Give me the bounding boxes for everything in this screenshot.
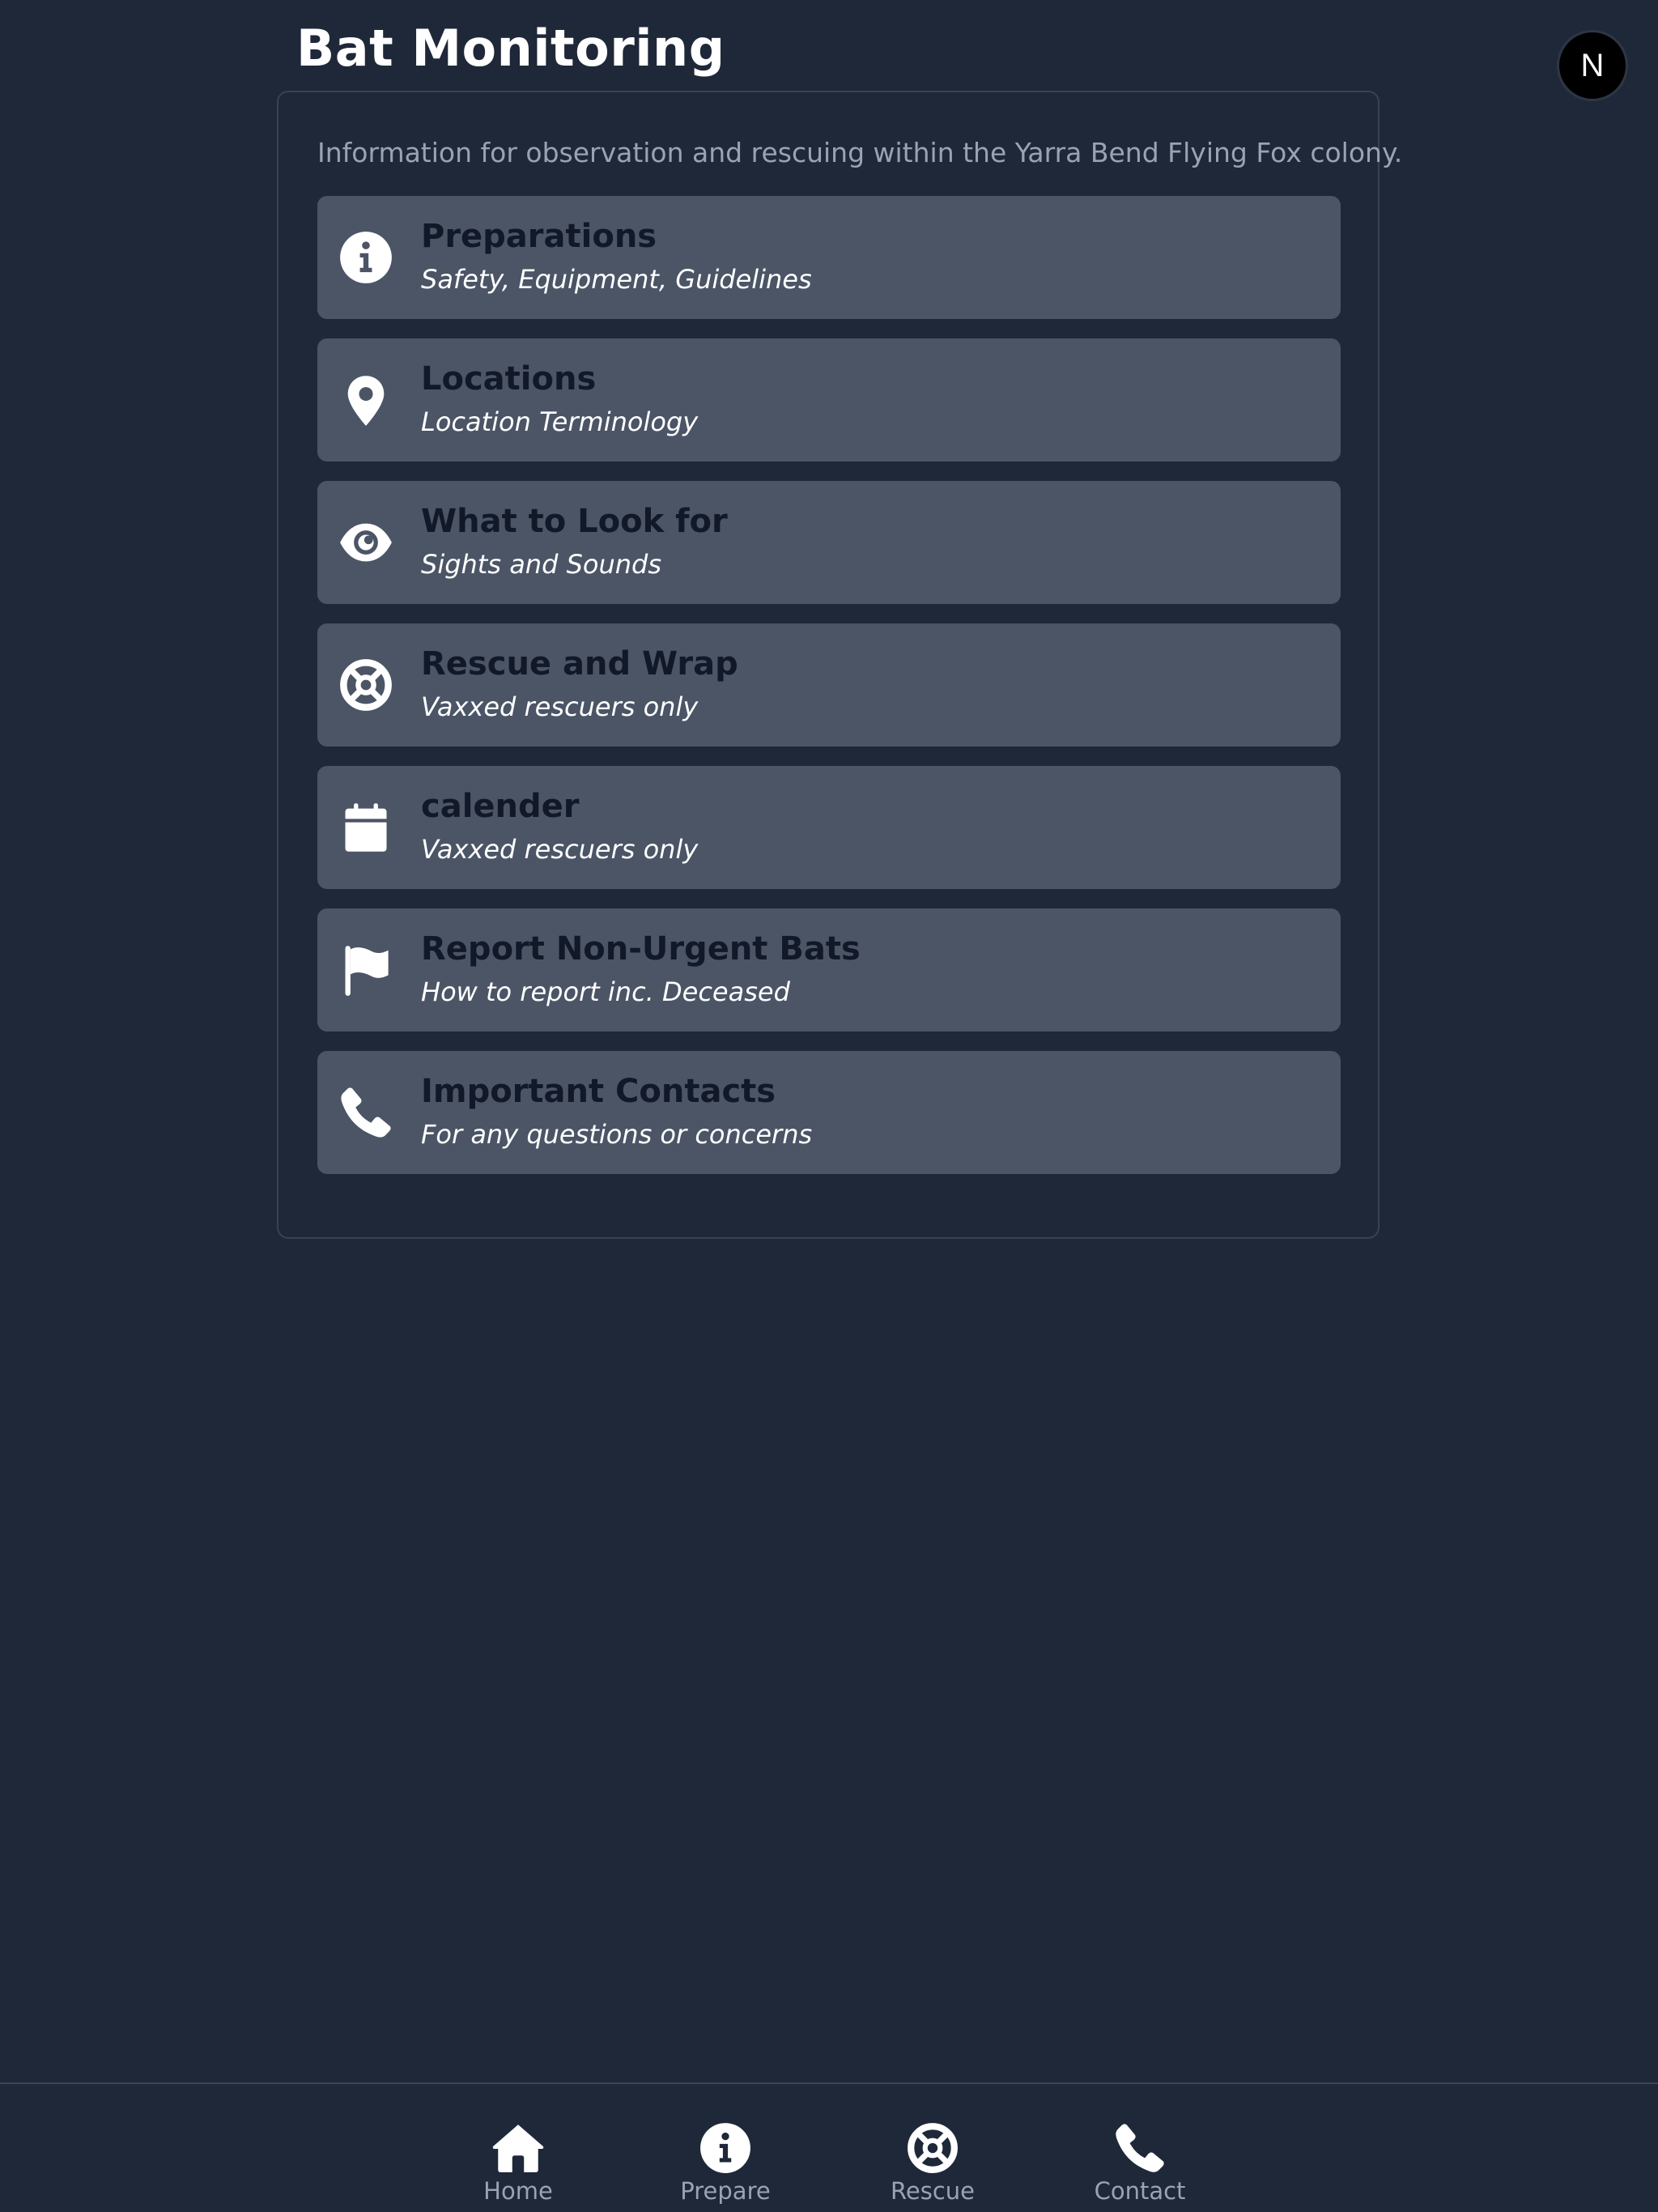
card-subtitle: Vaxxed rescuers only — [421, 834, 699, 865]
nav-rescue[interactable]: Rescue — [876, 2121, 989, 2209]
card-calender[interactable]: calender Vaxxed rescuers only — [317, 766, 1341, 889]
n-logo-letter: N — [1580, 47, 1605, 83]
card-subtitle: Safety, Equipment, Guidelines — [421, 264, 812, 295]
phone-icon — [1116, 2124, 1164, 2172]
n-logo-button[interactable]: N — [1559, 32, 1626, 99]
life-ring-icon — [908, 2123, 958, 2173]
card-title: Important Contacts — [421, 1073, 776, 1110]
location-pin-icon — [338, 372, 393, 428]
card-subtitle: How to report inc. Deceased — [421, 976, 790, 1007]
card-title: Rescue and Wrap — [421, 645, 738, 683]
nav-label-prepare: Prepare — [680, 2177, 771, 2205]
bottom-nav: Home Prepare Rescue Contact — [0, 2082, 1658, 2212]
nav-home[interactable]: Home — [461, 2121, 575, 2209]
nav-prepare[interactable]: Prepare — [669, 2121, 782, 2209]
card-what-to-look-for[interactable]: What to Look for Sights and Sounds — [317, 481, 1341, 604]
home-icon — [492, 2125, 544, 2172]
card-rescue-and-wrap[interactable]: Rescue and Wrap Vaxxed rescuers only — [317, 623, 1341, 747]
nav-label-rescue: Rescue — [891, 2177, 975, 2205]
card-preparations[interactable]: Preparations Safety, Equipment, Guidelin… — [317, 196, 1341, 319]
nav-contact[interactable]: Contact — [1083, 2121, 1197, 2209]
card-title: calender — [421, 788, 580, 825]
nav-label-contact: Contact — [1094, 2177, 1186, 2205]
card-report-non-urgent-bats[interactable]: Report Non-Urgent Bats How to report inc… — [317, 908, 1341, 1032]
info-circle-icon — [338, 230, 393, 285]
calendar-icon — [338, 800, 393, 855]
eye-icon — [338, 515, 393, 570]
intro-text: Information for observation and rescuing… — [317, 137, 1403, 168]
info-circle-icon — [700, 2123, 750, 2173]
page-title: Bat Monitoring — [296, 19, 725, 78]
life-ring-icon — [338, 657, 393, 713]
card-subtitle: For any questions or concerns — [421, 1119, 813, 1150]
card-title: Report Non-Urgent Bats — [421, 930, 861, 968]
card-subtitle: Location Terminology — [421, 406, 699, 437]
card-subtitle: Sights and Sounds — [421, 549, 661, 580]
nav-label-home: Home — [483, 2177, 553, 2205]
card-important-contacts[interactable]: Important Contacts For any questions or … — [317, 1051, 1341, 1174]
card-title: What to Look for — [421, 503, 728, 540]
card-locations[interactable]: Locations Location Terminology — [317, 338, 1341, 462]
phone-icon — [338, 1085, 393, 1140]
card-title: Preparations — [421, 218, 657, 255]
flag-icon — [338, 942, 393, 998]
menu-panel: Information for observation and rescuing… — [277, 91, 1403, 1239]
card-title: Locations — [421, 360, 597, 398]
card-subtitle: Vaxxed rescuers only — [421, 691, 699, 722]
